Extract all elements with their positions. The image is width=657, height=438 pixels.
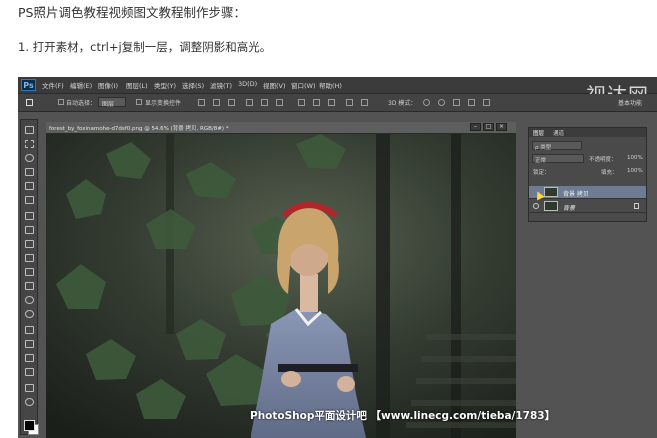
panel-tabs: 图层 通道: [529, 128, 646, 137]
document-window: forest_by_foxinamohe-d7dsf0.png @ 54.6% …: [46, 122, 516, 438]
eraser-tool-icon[interactable]: [25, 268, 34, 276]
document-title: forest_by_foxinamohe-d7dsf0.png @ 54.6% …: [49, 126, 229, 132]
layer-thumbnail: [544, 187, 558, 197]
layer-name: 背景: [563, 205, 576, 212]
move-tool-icon[interactable]: [26, 99, 33, 106]
distribute-center-icon[interactable]: [361, 99, 368, 106]
3d-pan-icon[interactable]: [453, 99, 460, 106]
menu-image[interactable]: 图像(I): [98, 80, 118, 90]
document-tab[interactable]: forest_by_foxinamohe-d7dsf0.png @ 54.6% …: [46, 122, 516, 134]
workspace-switcher[interactable]: 基本功能: [618, 98, 642, 107]
3d-slide-icon[interactable]: [468, 99, 475, 106]
menu-view[interactable]: 视图(V): [263, 80, 286, 90]
minimize-button[interactable]: –: [470, 123, 481, 131]
dodge-tool-icon[interactable]: [25, 310, 34, 318]
layer-filter-dropdown[interactable]: ρ 类型: [532, 141, 582, 151]
tools-panel: [20, 119, 39, 435]
distribute-left-icon[interactable]: [346, 99, 353, 106]
source-watermark: PhotoShop平面设计吧 【www.linecg.com/tieba/178…: [250, 410, 556, 422]
menu-select[interactable]: 选择(S): [182, 80, 204, 90]
show-transform-checkbox[interactable]: [136, 99, 142, 105]
auto-select-checkbox[interactable]: [58, 99, 64, 105]
photoshop-screenshot: Ps 文件(F) 编辑(E) 图像(I) 图层(L) 类型(Y) 选择(S) 滤…: [18, 77, 657, 438]
lasso-tool-icon[interactable]: [25, 154, 34, 162]
forest-girl-photo: [46, 134, 516, 438]
blend-mode-value: 正常: [535, 158, 547, 164]
auto-select-dropdown[interactable]: 图层: [98, 97, 126, 108]
menu-3d[interactable]: 3D(D): [238, 80, 257, 88]
3d-roll-icon[interactable]: [438, 99, 445, 106]
align-left-icon[interactable]: [246, 99, 253, 106]
menu-bar: Ps 文件(F) 编辑(E) 图像(I) 图层(L) 类型(Y) 选择(S) 滤…: [18, 77, 657, 94]
fill-label: 填充：: [601, 170, 618, 176]
3d-rotate-icon[interactable]: [423, 99, 430, 106]
crop-tool-icon[interactable]: [25, 182, 34, 190]
article-title: PS照片调色教程视频图文教程制作步骤：: [18, 5, 246, 20]
distribute-middle-icon[interactable]: [313, 99, 320, 106]
brush-tool-icon[interactable]: [25, 226, 34, 234]
show-transform-label: 显示变换控件: [145, 100, 182, 107]
align-middle-icon[interactable]: [213, 99, 220, 106]
auto-select-label: 自动选择：: [66, 100, 97, 107]
opacity-label: 不透明度：: [589, 157, 617, 163]
menu-filter[interactable]: 滤镜(T): [210, 80, 232, 90]
tab-channels[interactable]: 通道: [553, 129, 564, 137]
opacity-value[interactable]: 100%: [627, 155, 643, 161]
distribute-top-icon[interactable]: [298, 99, 305, 106]
image-canvas[interactable]: [46, 134, 516, 438]
lock-label: 锁定：: [533, 170, 550, 176]
options-bar: 自动选择： 图层 显示变换控件 3D 模式： 基本功能: [18, 94, 657, 112]
history-brush-icon[interactable]: [25, 254, 34, 262]
clone-stamp-icon[interactable]: [25, 240, 34, 248]
foreground-color-swatch[interactable]: [24, 420, 35, 431]
maximize-button[interactable]: □: [483, 123, 494, 131]
menu-type[interactable]: 类型(Y): [154, 80, 176, 90]
photoshop-logo: Ps: [21, 79, 36, 91]
rectangle-tool-icon[interactable]: [25, 368, 34, 376]
quick-select-icon[interactable]: [25, 168, 34, 176]
menu-help[interactable]: 帮助(H): [319, 80, 342, 90]
layers-panel: 图层 通道 ρ 类型 正常 不透明度： 100% 锁定： 填充： 100% 背景…: [528, 127, 647, 222]
menu-layer[interactable]: 图层(L): [126, 80, 148, 90]
distribute-bottom-icon[interactable]: [328, 99, 335, 106]
pointer-cursor-icon: [533, 189, 545, 201]
blur-tool-icon[interactable]: [25, 296, 34, 304]
layer-row-background-copy[interactable]: 背景 拷贝: [529, 186, 646, 201]
3d-scale-icon[interactable]: [483, 99, 490, 106]
menu-window[interactable]: 窗口(W): [291, 80, 316, 90]
zoom-tool-icon[interactable]: [25, 398, 34, 406]
step-1-text: 1. 打开素材，ctrl+j复制一层，调整阴影和高光。: [18, 40, 272, 54]
hand-tool-icon[interactable]: [25, 384, 34, 392]
align-top-icon[interactable]: [198, 99, 205, 106]
align-right-icon[interactable]: [276, 99, 283, 106]
gradient-tool-icon[interactable]: [25, 282, 34, 290]
auto-select-value: 图层: [102, 101, 115, 108]
layer-name: 背景 拷贝: [563, 191, 589, 198]
path-select-icon[interactable]: [25, 354, 34, 362]
healing-brush-icon[interactable]: [25, 212, 34, 220]
lock-icon: [634, 203, 639, 209]
align-center-icon[interactable]: [261, 99, 268, 106]
3d-mode-label: 3D 模式：: [388, 100, 417, 107]
tab-layers[interactable]: 图层: [533, 129, 544, 137]
filter-kind-label: ρ 类型: [535, 145, 552, 151]
type-tool-icon[interactable]: [25, 340, 34, 348]
pen-tool-icon[interactable]: [25, 326, 34, 334]
eyedropper-icon[interactable]: [25, 196, 34, 204]
menu-edit[interactable]: 编辑(E): [70, 80, 92, 90]
close-button[interactable]: ×: [496, 123, 507, 131]
blend-mode-dropdown[interactable]: 正常: [532, 154, 584, 164]
layer-thumbnail: [544, 201, 558, 211]
layer-row-background[interactable]: 背景: [529, 200, 646, 213]
eye-icon[interactable]: [533, 203, 539, 209]
marquee-tool-icon[interactable]: [25, 140, 34, 148]
fill-value[interactable]: 100%: [627, 168, 643, 174]
menu-file[interactable]: 文件(F): [42, 80, 64, 90]
align-bottom-icon[interactable]: [228, 99, 235, 106]
move-tool-icon[interactable]: [25, 126, 34, 134]
